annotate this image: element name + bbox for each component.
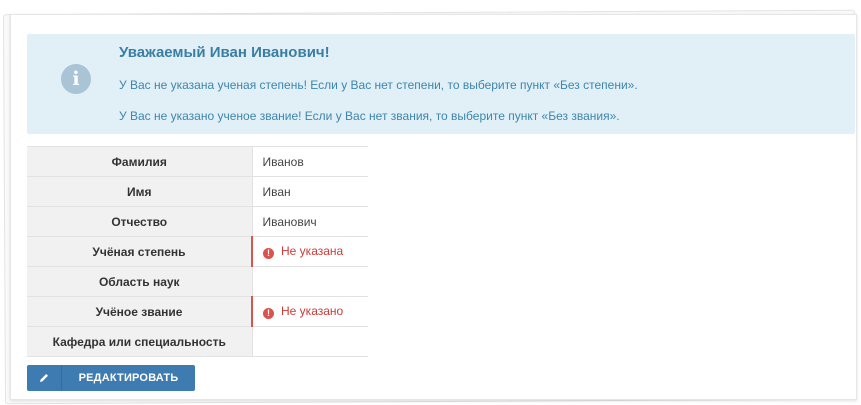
row-label-patronymic: Отчество [27, 206, 253, 237]
pencil-icon [27, 365, 62, 391]
table-row: Фамилия Иванов [27, 146, 368, 177]
row-label-science-field: Область наук [27, 266, 253, 297]
row-value-name: Иван [252, 176, 368, 207]
row-value-department [252, 326, 368, 357]
academic-title-status-text: Не указано [281, 304, 344, 318]
alert-title: Уважаемый Иван Иванович! [119, 44, 330, 61]
table-row: Кафедра или специальность [27, 326, 368, 357]
exclamation-icon: ! [263, 248, 274, 259]
profile-table: Фамилия Иванов Имя Иван Отчество Иванови… [27, 146, 368, 357]
table-row: Учёное звание ! Не указано [27, 296, 368, 327]
row-label-department: Кафедра или специальность [27, 326, 253, 357]
degree-status-text: Не указана [281, 244, 344, 258]
exclamation-icon: ! [263, 308, 274, 319]
row-label-surname: Фамилия [27, 146, 253, 177]
row-label-degree: Учёная степень [27, 236, 253, 267]
info-alert: i Уважаемый Иван Иванович! У Вас не указ… [27, 34, 855, 134]
edit-button-label: РЕДАКТИРОВАТЬ [78, 372, 179, 384]
alert-message-degree: У Вас не указана ученая степень! Если у … [119, 78, 638, 92]
row-value-surname: Иванов [252, 146, 368, 177]
table-row: Отчество Иванович [27, 206, 368, 237]
table-row: Имя Иван [27, 176, 368, 207]
row-label-academic-title: Учёное звание [27, 296, 253, 327]
row-value-science-field [252, 266, 368, 297]
info-icon: i [61, 64, 91, 94]
edit-button[interactable]: РЕДАКТИРОВАТЬ [27, 365, 195, 391]
row-label-name: Имя [27, 176, 253, 207]
row-value-patronymic: Иванович [252, 206, 368, 237]
table-row: Область наук [27, 266, 368, 297]
table-row: Учёная степень ! Не указана [27, 236, 368, 267]
row-value-academic-title: ! Не указано [251, 296, 368, 327]
row-value-degree: ! Не указана [251, 236, 368, 267]
alert-message-title: У Вас не указано ученое звание! Если у В… [119, 109, 620, 123]
